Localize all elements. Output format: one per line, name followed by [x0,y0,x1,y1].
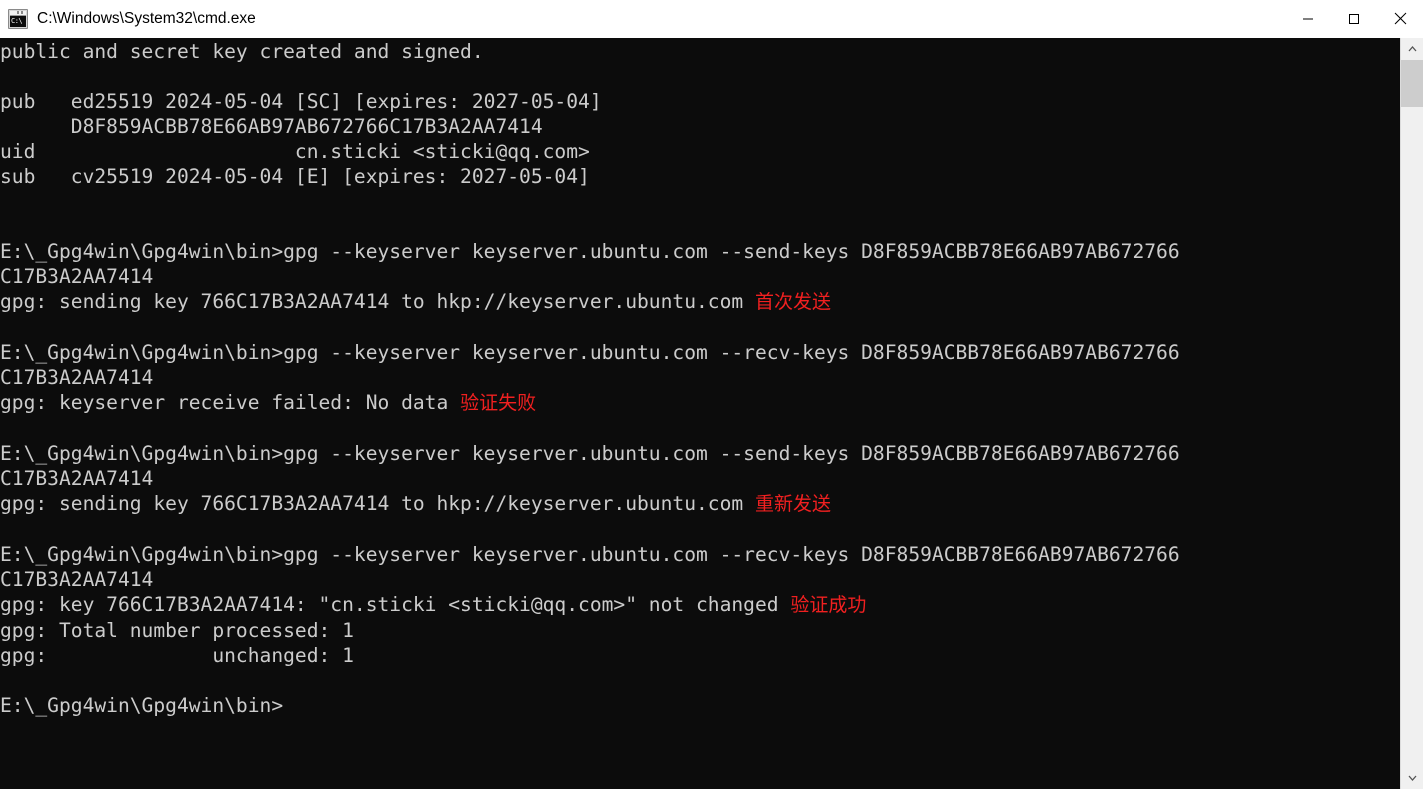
console-line-text: C17B3A2AA7414 [0,265,154,288]
console-line: gpg: sending key 766C17B3A2AA7414 to hkp… [0,290,831,313]
console-line: gpg: keyserver receive failed: No data 验… [0,391,536,414]
console-line: C17B3A2AA7414 [0,366,153,389]
window-controls [1285,0,1423,38]
window-titlebar: C:\ C:\Windows\System32\cmd.exe [0,0,1423,38]
console-line: gpg: Total number processed: 1 [0,619,354,642]
titlebar-left: C:\ C:\Windows\System32\cmd.exe [0,0,1285,38]
console-line-text: gpg: keyserver receive failed: No data [0,391,461,414]
console-line-text: E:\_Gpg4win\Gpg4win\bin> [0,694,284,717]
console-line-text: gpg: unchanged: 1 [0,644,354,667]
icon-screen-text: C:\ [10,15,26,27]
cmd-console-icon: C:\ [8,8,28,29]
console-line: E:\_Gpg4win\Gpg4win\bin>gpg --keyserver … [0,543,1180,566]
minimize-icon [1303,18,1313,19]
vertical-scrollbar[interactable] [1400,38,1423,789]
console-line: E:\_Gpg4win\Gpg4win\bin>gpg --keyserver … [0,442,1180,465]
scrollbar-track[interactable] [1401,60,1423,767]
console-text: public and secret key created and signed… [0,38,1180,718]
console-line: gpg: sending key 766C17B3A2AA7414 to hkp… [0,492,831,515]
console-line: gpg: key 766C17B3A2AA7414: "cn.sticki <s… [0,593,866,616]
annotation-label: 验证失败 [460,392,537,414]
console-line-text: C17B3A2AA7414 [0,467,154,490]
console-line-text: C17B3A2AA7414 [0,366,154,389]
annotation-label: 首次发送 [754,291,831,313]
console-line: C17B3A2AA7414 [0,265,153,288]
chevron-down-icon [1408,775,1416,781]
console-line: C17B3A2AA7414 [0,467,153,490]
console-output-area[interactable]: public and secret key created and signed… [0,38,1400,789]
chevron-up-icon [1408,46,1416,52]
scroll-up-arrow[interactable] [1401,38,1423,60]
console-line-text: gpg: key 766C17B3A2AA7414: "cn.sticki <s… [0,593,791,616]
console-line-text: gpg: sending key 766C17B3A2AA7414 to hkp… [0,492,755,515]
console-line: D8F859ACBB78E66AB97AB672766C17B3A2AA7414 [0,115,543,138]
console-line-text: C17B3A2AA7414 [0,568,154,591]
icon-button-dot-1 [17,10,19,14]
maximize-button[interactable] [1331,0,1377,38]
console-line-text: D8F859ACBB78E66AB97AB672766C17B3A2AA7414 [0,115,543,138]
annotation-label: 重新发送 [754,493,831,515]
console-line-text: gpg: sending key 766C17B3A2AA7414 to hkp… [0,290,755,313]
console-line-text: gpg: Total number processed: 1 [0,619,354,642]
console-line-text: E:\_Gpg4win\Gpg4win\bin>gpg --keyserver … [0,543,1180,566]
console-line-text: pub ed25519 2024-05-04 [SC] [expires: 20… [0,90,602,113]
icon-button-dot-2 [21,10,23,14]
scrollbar-thumb[interactable] [1401,60,1423,107]
console-line: E:\_Gpg4win\Gpg4win\bin> [0,694,283,717]
console-line: E:\_Gpg4win\Gpg4win\bin>gpg --keyserver … [0,240,1180,263]
console-line: gpg: unchanged: 1 [0,644,354,667]
console-line: sub cv25519 2024-05-04 [E] [expires: 202… [0,165,590,188]
window-title: C:\Windows\System32\cmd.exe [37,9,256,27]
minimize-button[interactable] [1285,0,1331,38]
console-line: E:\_Gpg4win\Gpg4win\bin>gpg --keyserver … [0,341,1180,364]
console-line-text: public and secret key created and signed… [0,40,484,63]
console-line-text: E:\_Gpg4win\Gpg4win\bin>gpg --keyserver … [0,341,1180,364]
scroll-down-arrow[interactable] [1401,767,1423,789]
close-icon [1394,12,1406,25]
console-line: public and secret key created and signed… [0,40,484,63]
close-button[interactable] [1377,0,1423,38]
console-line: C17B3A2AA7414 [0,568,153,591]
console-line-text: E:\_Gpg4win\Gpg4win\bin>gpg --keyserver … [0,442,1180,465]
console-line-text: uid cn.sticki <sticki@qq.com> [0,140,590,163]
console-line-text: sub cv25519 2024-05-04 [E] [expires: 202… [0,165,590,188]
console-line-text: E:\_Gpg4win\Gpg4win\bin>gpg --keyserver … [0,240,1180,263]
console-line: pub ed25519 2024-05-04 [SC] [expires: 20… [0,90,602,113]
console-line: uid cn.sticki <sticki@qq.com> [0,140,590,163]
maximize-icon [1349,13,1359,24]
cmd-window: C:\ C:\Windows\System32\cmd.exe public a… [0,0,1423,789]
annotation-label: 验证成功 [790,594,867,616]
